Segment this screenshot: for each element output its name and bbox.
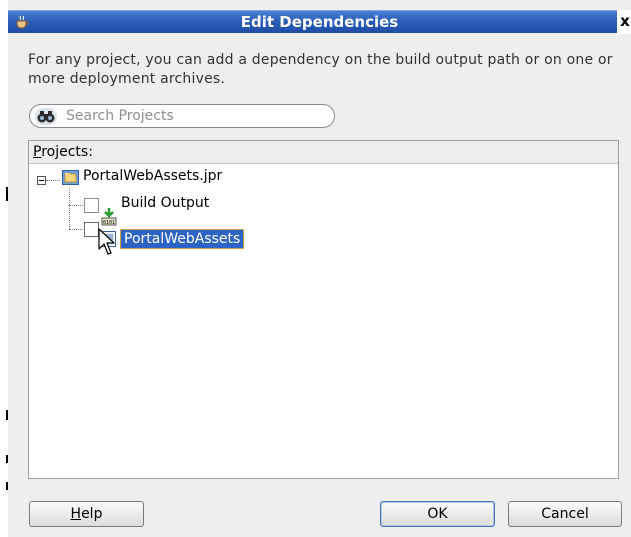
tree-node-project[interactable]: PortalWebAssets.jpr [83,168,222,184]
search-field[interactable] [29,104,335,128]
tree-connector [69,229,83,230]
help-mnemonic: H [70,506,82,522]
tree-connector [69,205,83,206]
projects-label-mnemonic: P [33,144,42,160]
cancel-button[interactable]: Cancel [508,501,622,527]
tree-node-portalwebassets[interactable]: PortalWebAssets [120,229,245,249]
help-button[interactable]: Help [29,501,144,527]
dialog-description: For any project, you can add a dependenc… [28,52,613,87]
edge-mark [6,410,8,420]
edge-mark [6,482,8,490]
help-label: elp [81,506,103,522]
build-output-icon: 0101 [101,208,117,226]
projects-label-text: rojects: [41,144,93,160]
tree-connector [46,180,60,181]
edge-mark [6,187,8,201]
title-bar[interactable]: Edit Dependencies x [8,10,631,34]
edit-dependencies-dialog: Edit Dependencies x For any project, you… [0,0,631,537]
close-button[interactable]: x [617,10,631,34]
project-folder-icon [62,170,79,185]
projects-header: Projects: [29,141,618,164]
background-window-edge [0,0,8,537]
tree-node-build-output[interactable]: Build Output [121,195,209,211]
build-output-checkbox[interactable] [84,198,99,213]
project-tree[interactable]: PortalWebAssets.jpr 0101 Build Output Po… [29,164,618,478]
projects-panel: Projects: PortalWebAssets.jpr 0101 Build… [28,140,619,479]
ok-button[interactable]: OK [380,501,495,527]
search-input[interactable] [66,107,326,125]
dialog-title: Edit Dependencies [240,13,399,31]
portalwebassets-checkbox[interactable] [84,222,99,237]
binoculars-icon [35,108,57,125]
edge-mark [6,455,8,463]
mouse-pointer-icon [98,228,115,255]
collapse-toggle[interactable] [37,176,46,185]
svg-text:0101: 0101 [103,220,115,226]
tree-connector [69,188,70,229]
projects-label: Projects: [33,144,93,160]
